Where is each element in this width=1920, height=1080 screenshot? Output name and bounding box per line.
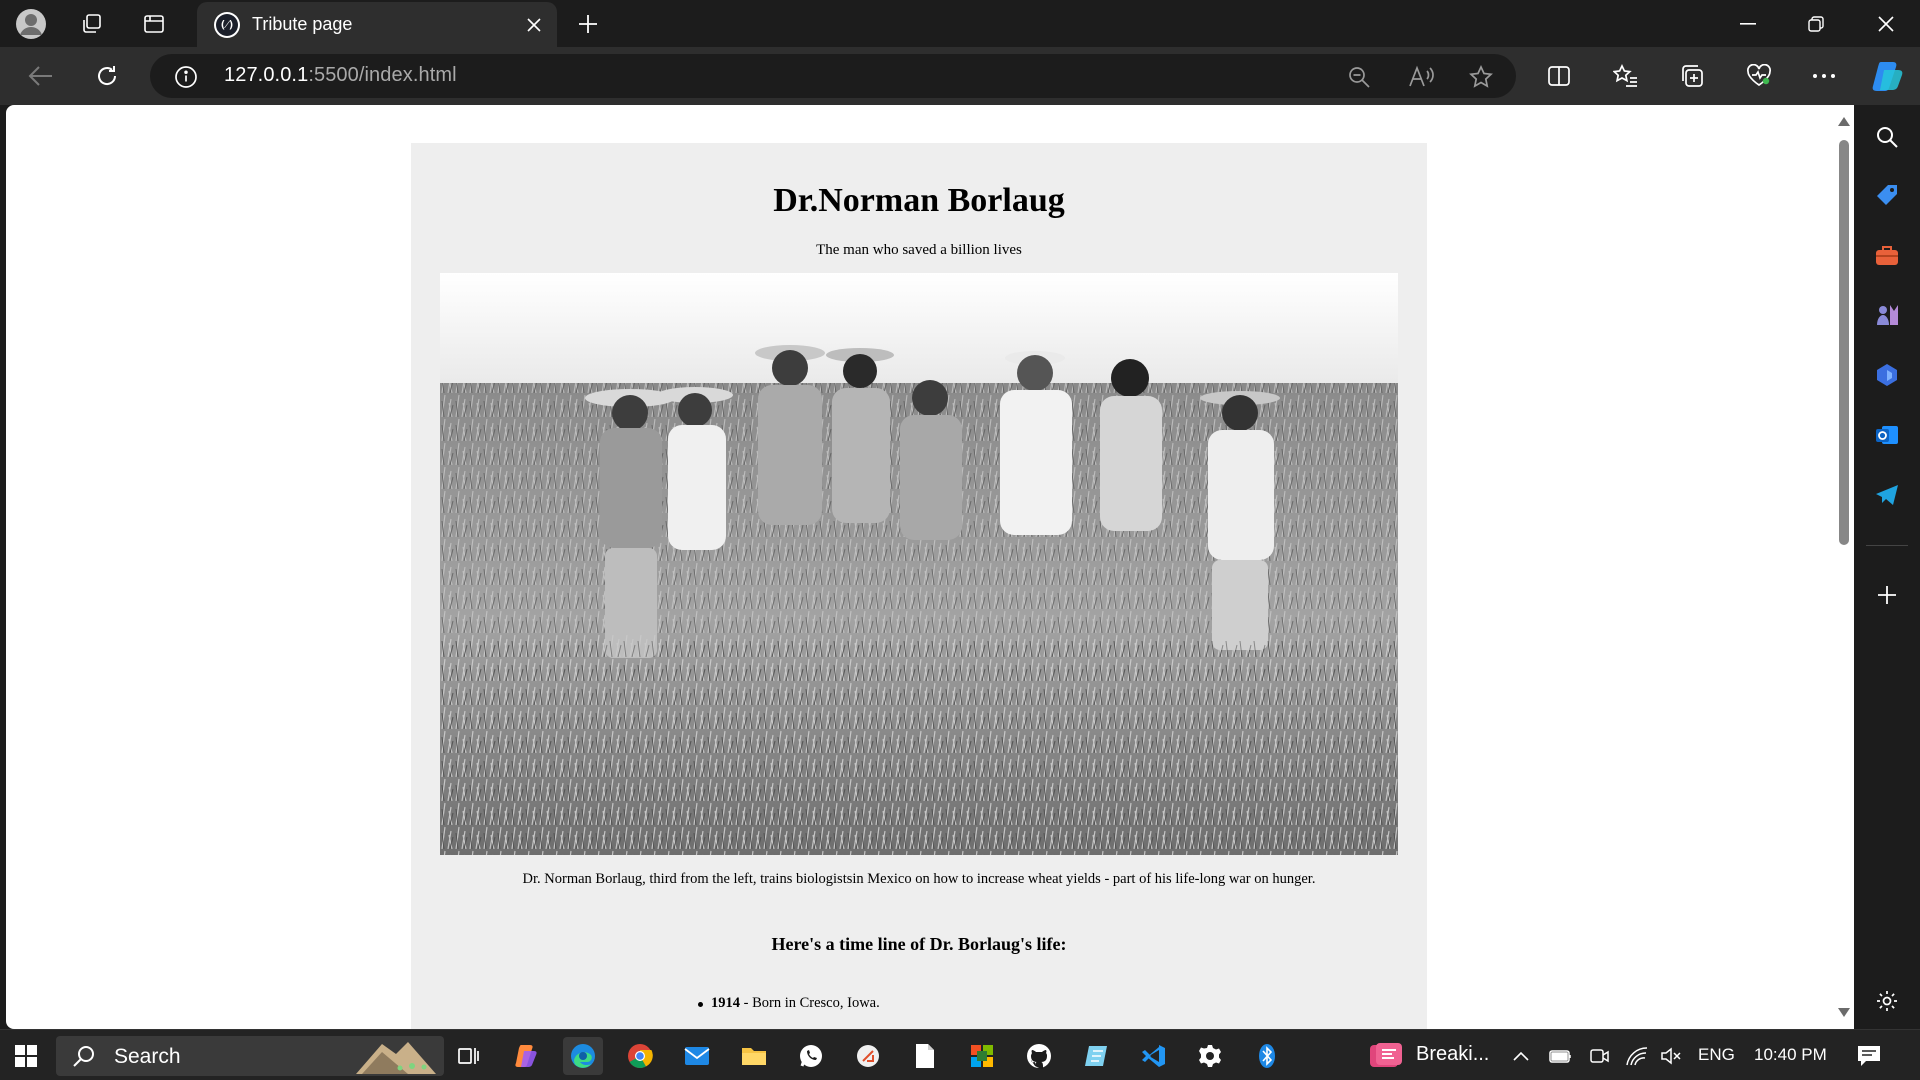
url-text[interactable]: 127.0.0.1:5500/index.html xyxy=(224,64,457,87)
notepad-icon[interactable] xyxy=(905,1037,945,1075)
vscode-icon[interactable] xyxy=(1133,1037,1173,1075)
tab-favicon-icon: (⁄) xyxy=(214,11,240,38)
windows-start-icon[interactable] xyxy=(6,1037,46,1075)
news-widget-icon[interactable] xyxy=(1366,1037,1406,1075)
vertical-scrollbar[interactable] xyxy=(1832,105,1854,1029)
new-tab-icon[interactable] xyxy=(570,6,606,42)
language-indicator[interactable]: ENG xyxy=(1698,1045,1735,1065)
page-title: Dr.Norman Borlaug xyxy=(773,182,1065,219)
tab-title: Tribute page xyxy=(252,14,353,34)
taskbar-search-icon xyxy=(73,1046,94,1067)
bluetooth-icon[interactable] xyxy=(1247,1037,1287,1075)
close-window-icon[interactable] xyxy=(1852,0,1920,47)
games-icon[interactable] xyxy=(1871,299,1903,331)
chrome-icon[interactable] xyxy=(620,1037,660,1075)
task-view-icon[interactable] xyxy=(448,1037,488,1075)
timeline-heading: Here's a time line of Dr. Borlaug's life… xyxy=(771,933,1067,954)
edge-sidebar xyxy=(1854,105,1920,1029)
site-info-icon[interactable] xyxy=(174,65,198,94)
favorites-icon[interactable] xyxy=(1607,57,1645,95)
wifi-icon[interactable] xyxy=(1620,1037,1654,1075)
timeline-list: 1914 - Born in Cresco, Iowa. xyxy=(411,995,1427,1012)
notifications-icon[interactable] xyxy=(1852,1037,1886,1075)
browser-essentials-icon[interactable] xyxy=(1740,57,1778,95)
browser-toolbar: 127.0.0.1:5500/index.html xyxy=(0,47,1920,105)
whatsapp-icon[interactable] xyxy=(791,1037,831,1075)
tab-actions-icon[interactable] xyxy=(136,6,172,42)
copilot-icon[interactable] xyxy=(1868,57,1906,95)
tribute-image xyxy=(440,272,1398,855)
edge-taskbar-icon[interactable] xyxy=(563,1037,603,1075)
sidebar-search-icon[interactable] xyxy=(1871,121,1903,153)
zoom-out-icon[interactable] xyxy=(1346,64,1372,90)
outlook-icon[interactable] xyxy=(1871,419,1903,451)
taskbar-search[interactable]: Search xyxy=(56,1036,444,1076)
camera-icon[interactable] xyxy=(1584,1037,1614,1075)
timeline-text: - Born in Cresco, Iowa. xyxy=(740,994,880,1011)
tab-close-icon[interactable] xyxy=(519,10,549,40)
tab-tribute-page[interactable]: (⁄) Tribute page xyxy=(197,2,557,47)
windows-taskbar: Search Breaki... ENG 10:40 PM xyxy=(0,1029,1920,1080)
sidebar-divider xyxy=(1866,545,1908,546)
profile-avatar-icon[interactable] xyxy=(13,6,49,42)
timeline-item: 1914 - Born in Cresco, Iowa. xyxy=(698,994,1427,1012)
favorite-star-icon[interactable] xyxy=(1468,64,1494,90)
collections-icon[interactable] xyxy=(1673,57,1711,95)
microsoft-365-icon[interactable] xyxy=(1871,359,1903,391)
editor-icon[interactable] xyxy=(1076,1037,1116,1075)
shopping-tag-icon[interactable] xyxy=(1871,179,1903,211)
settings-icon[interactable] xyxy=(1190,1037,1230,1075)
file-explorer-icon[interactable] xyxy=(734,1037,774,1075)
back-icon[interactable] xyxy=(22,57,60,95)
add-sidebar-app-icon[interactable] xyxy=(1871,579,1903,611)
page-subtitle: The man who saved a billion lives xyxy=(816,241,1022,258)
scrollbar-thumb[interactable] xyxy=(1839,140,1849,545)
tribute-main: Dr.Norman Borlaug The man who saved a bi… xyxy=(411,143,1427,1029)
restore-icon[interactable] xyxy=(1782,0,1850,47)
minimize-icon[interactable] xyxy=(1714,0,1782,47)
page-viewport: Dr.Norman Borlaug The man who saved a bi… xyxy=(6,105,1854,1029)
split-screen-icon[interactable] xyxy=(1540,57,1578,95)
news-widget-label[interactable]: Breaki... xyxy=(1416,1043,1489,1066)
title-bar: (⁄) Tribute page xyxy=(0,0,1920,47)
more-options-icon[interactable] xyxy=(1805,57,1843,95)
volume-muted-icon[interactable] xyxy=(1656,1037,1686,1075)
timeline-year: 1914 xyxy=(711,994,740,1011)
address-bar[interactable]: 127.0.0.1:5500/index.html xyxy=(150,54,1516,98)
copilot-taskbar-icon[interactable] xyxy=(506,1037,546,1075)
battery-icon[interactable] xyxy=(1546,1037,1576,1075)
tools-briefcase-icon[interactable] xyxy=(1871,239,1903,271)
send-telegram-icon[interactable] xyxy=(1871,479,1903,511)
clock-time[interactable]: 10:40 PM xyxy=(1754,1045,1827,1065)
show-hidden-icons-icon[interactable] xyxy=(1506,1037,1536,1075)
sidebar-settings-icon[interactable] xyxy=(1871,985,1903,1017)
image-caption: Dr. Norman Borlaug, third from the left,… xyxy=(522,870,1316,887)
refresh-icon[interactable] xyxy=(88,57,126,95)
scroll-down-icon[interactable] xyxy=(1838,1008,1850,1017)
scroll-up-icon[interactable] xyxy=(1838,117,1850,126)
mail-icon[interactable] xyxy=(677,1037,717,1075)
postman-icon[interactable] xyxy=(848,1037,888,1075)
github-icon[interactable] xyxy=(1019,1037,1059,1075)
read-aloud-icon[interactable] xyxy=(1408,64,1434,90)
search-highlight-icon xyxy=(356,1042,436,1074)
teams-icon[interactable] xyxy=(962,1037,1002,1075)
taskbar-search-label: Search xyxy=(114,1045,181,1068)
workspaces-icon[interactable] xyxy=(74,6,110,42)
